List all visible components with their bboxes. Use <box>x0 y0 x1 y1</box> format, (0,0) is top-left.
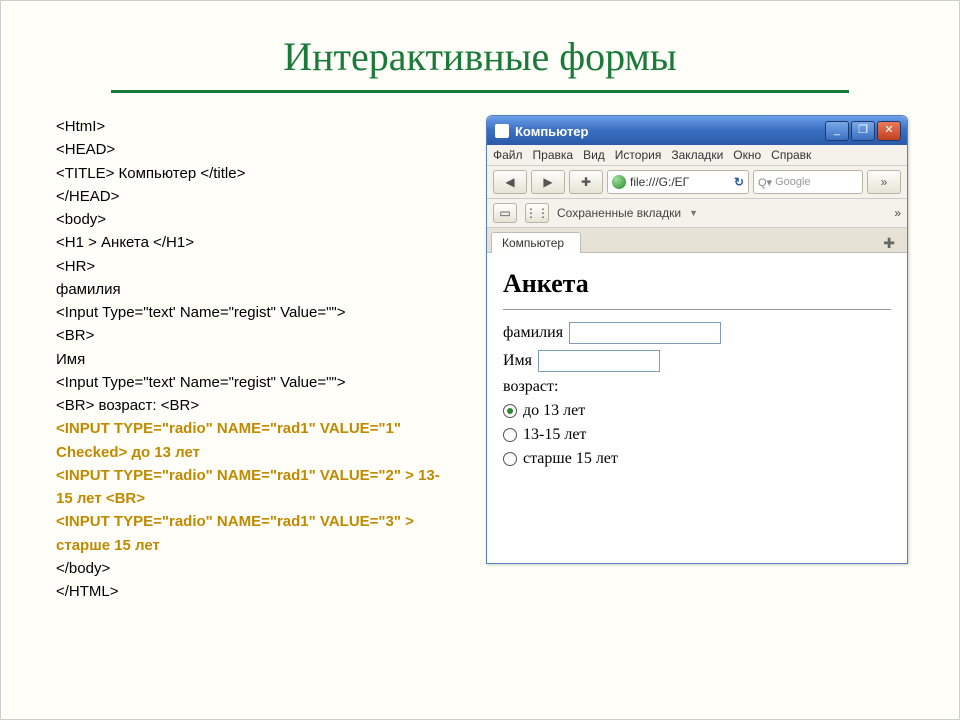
name-row: Имя <box>503 350 891 372</box>
globe-icon <box>612 175 626 189</box>
code-line: </HTML> <box>56 580 456 603</box>
menu-item[interactable]: Окно <box>733 148 761 162</box>
bookmarks-label[interactable]: Сохраненные вкладки <box>557 206 681 220</box>
page-icon <box>495 124 509 138</box>
slide-content: <HtmI> <HEAD> <TITLE> Компьютер </title>… <box>1 93 959 603</box>
slide-title: Интерактивные формы <box>111 33 849 80</box>
maximize-button[interactable]: ❐ <box>851 121 875 141</box>
menu-item[interactable]: Справк <box>771 148 811 162</box>
book-icon[interactable]: ▭ <box>493 203 517 223</box>
tab-bar: Компьютер ✚ <box>487 228 907 253</box>
window-title: Компьютер <box>515 124 825 139</box>
code-line: Имя <box>56 348 456 371</box>
browser-preview: Компьютер _ ❐ ✕ Файл Правка Вид История Закл… <box>486 115 908 603</box>
code-line: <INPUT TYPE="radio" NAME="rad1" VALUE="2… <box>56 464 456 511</box>
code-line: <INPUT TYPE="radio" NAME="rad1" VALUE="3… <box>56 510 456 557</box>
age-label: возраст: <box>503 378 558 396</box>
radio-label: 13-15 лет <box>523 426 586 444</box>
slide: Интерактивные формы <HtmI> <HEAD> <TITLE… <box>0 0 960 720</box>
code-line: фамилия <box>56 278 456 301</box>
code-listing: <HtmI> <HEAD> <TITLE> Компьютер </title>… <box>56 115 456 603</box>
add-button[interactable]: ✚ <box>569 170 603 194</box>
code-line: </body> <box>56 557 456 580</box>
surname-input[interactable] <box>569 322 721 344</box>
radio-button[interactable] <box>503 452 517 466</box>
radio-button[interactable] <box>503 404 517 418</box>
radio-button[interactable] <box>503 428 517 442</box>
search-icon: Q▾ <box>758 176 772 189</box>
age-label-row: возраст: <box>503 378 891 396</box>
radio-group: до 13 лет 13-15 лет старше 15 лет <box>503 402 891 468</box>
reload-icon[interactable]: ↻ <box>734 175 744 189</box>
radio-row: до 13 лет <box>503 402 891 420</box>
overflow-button[interactable]: » <box>867 170 901 194</box>
forward-button[interactable]: ▶ <box>531 170 565 194</box>
search-placeholder: Google <box>775 176 810 188</box>
back-button[interactable]: ◀ <box>493 170 527 194</box>
surname-label: фамилия <box>503 324 563 342</box>
code-line: <HtmI> <box>56 115 456 138</box>
page-heading: Анкета <box>503 269 891 299</box>
search-field[interactable]: Q▾ Google <box>753 170 863 194</box>
title-divider: Интерактивные формы <box>111 19 849 93</box>
bookmarks-dropdown-icon[interactable]: ▼ <box>689 208 698 218</box>
code-line: <BR> <box>56 324 456 347</box>
grid-icon[interactable]: ⋮⋮ <box>525 203 549 223</box>
page-hr <box>503 309 891 310</box>
page-content: Анкета фамилия Имя возраст: до 13 лет 13-… <box>487 253 907 563</box>
window-buttons: _ ❐ ✕ <box>825 121 901 141</box>
address-bar[interactable]: file:///G:/ЕГ ↻ <box>607 170 749 194</box>
menubar: Файл Правка Вид История Закладки Окно Справк <box>487 145 907 166</box>
bookmarks-overflow[interactable]: » <box>894 206 901 220</box>
menu-item[interactable]: Правка <box>533 148 574 162</box>
code-line: <Input Type="text' Name="regist" Value="… <box>56 371 456 394</box>
code-line: <body> <box>56 208 456 231</box>
menu-item[interactable]: История <box>615 148 662 162</box>
menu-item[interactable]: Вид <box>583 148 605 162</box>
new-tab-button[interactable]: ✚ <box>875 235 903 252</box>
code-line: <BR> возраст: <BR> <box>56 394 456 417</box>
name-input[interactable] <box>538 350 660 372</box>
code-line: <Input Type="text' Name="regist" Value="… <box>56 301 456 324</box>
radio-label: до 13 лет <box>523 402 585 420</box>
radio-label: старше 15 лет <box>523 450 618 468</box>
window-titlebar: Компьютер _ ❐ ✕ <box>487 116 907 145</box>
close-button[interactable]: ✕ <box>877 121 901 141</box>
menu-item[interactable]: Файл <box>493 148 523 162</box>
code-line: <HR> <box>56 255 456 278</box>
code-line: <INPUT TYPE="radio" NAME="rad1" VALUE="1… <box>56 417 456 464</box>
menu-item[interactable]: Закладки <box>671 148 723 162</box>
bookmarks-toolbar: ▭ ⋮⋮ Сохраненные вкладки ▼ » <box>487 199 907 228</box>
browser-window: Компьютер _ ❐ ✕ Файл Правка Вид История Закл… <box>486 115 908 564</box>
radio-row: 13-15 лет <box>503 426 891 444</box>
code-line: <TITLE> Компьютер </title> <box>56 162 456 185</box>
nav-toolbar: ◀ ▶ ✚ file:///G:/ЕГ ↻ Q▾ Google » <box>487 166 907 199</box>
radio-row: старше 15 лет <box>503 450 891 468</box>
name-label: Имя <box>503 352 532 370</box>
tab-active[interactable]: Компьютер <box>491 232 581 253</box>
minimize-button[interactable]: _ <box>825 121 849 141</box>
address-text: file:///G:/ЕГ <box>630 175 730 189</box>
code-line: <HEAD> <box>56 138 456 161</box>
code-line: </HEAD> <box>56 185 456 208</box>
surname-row: фамилия <box>503 322 891 344</box>
code-line: <H1 > Анкета </H1> <box>56 231 456 254</box>
